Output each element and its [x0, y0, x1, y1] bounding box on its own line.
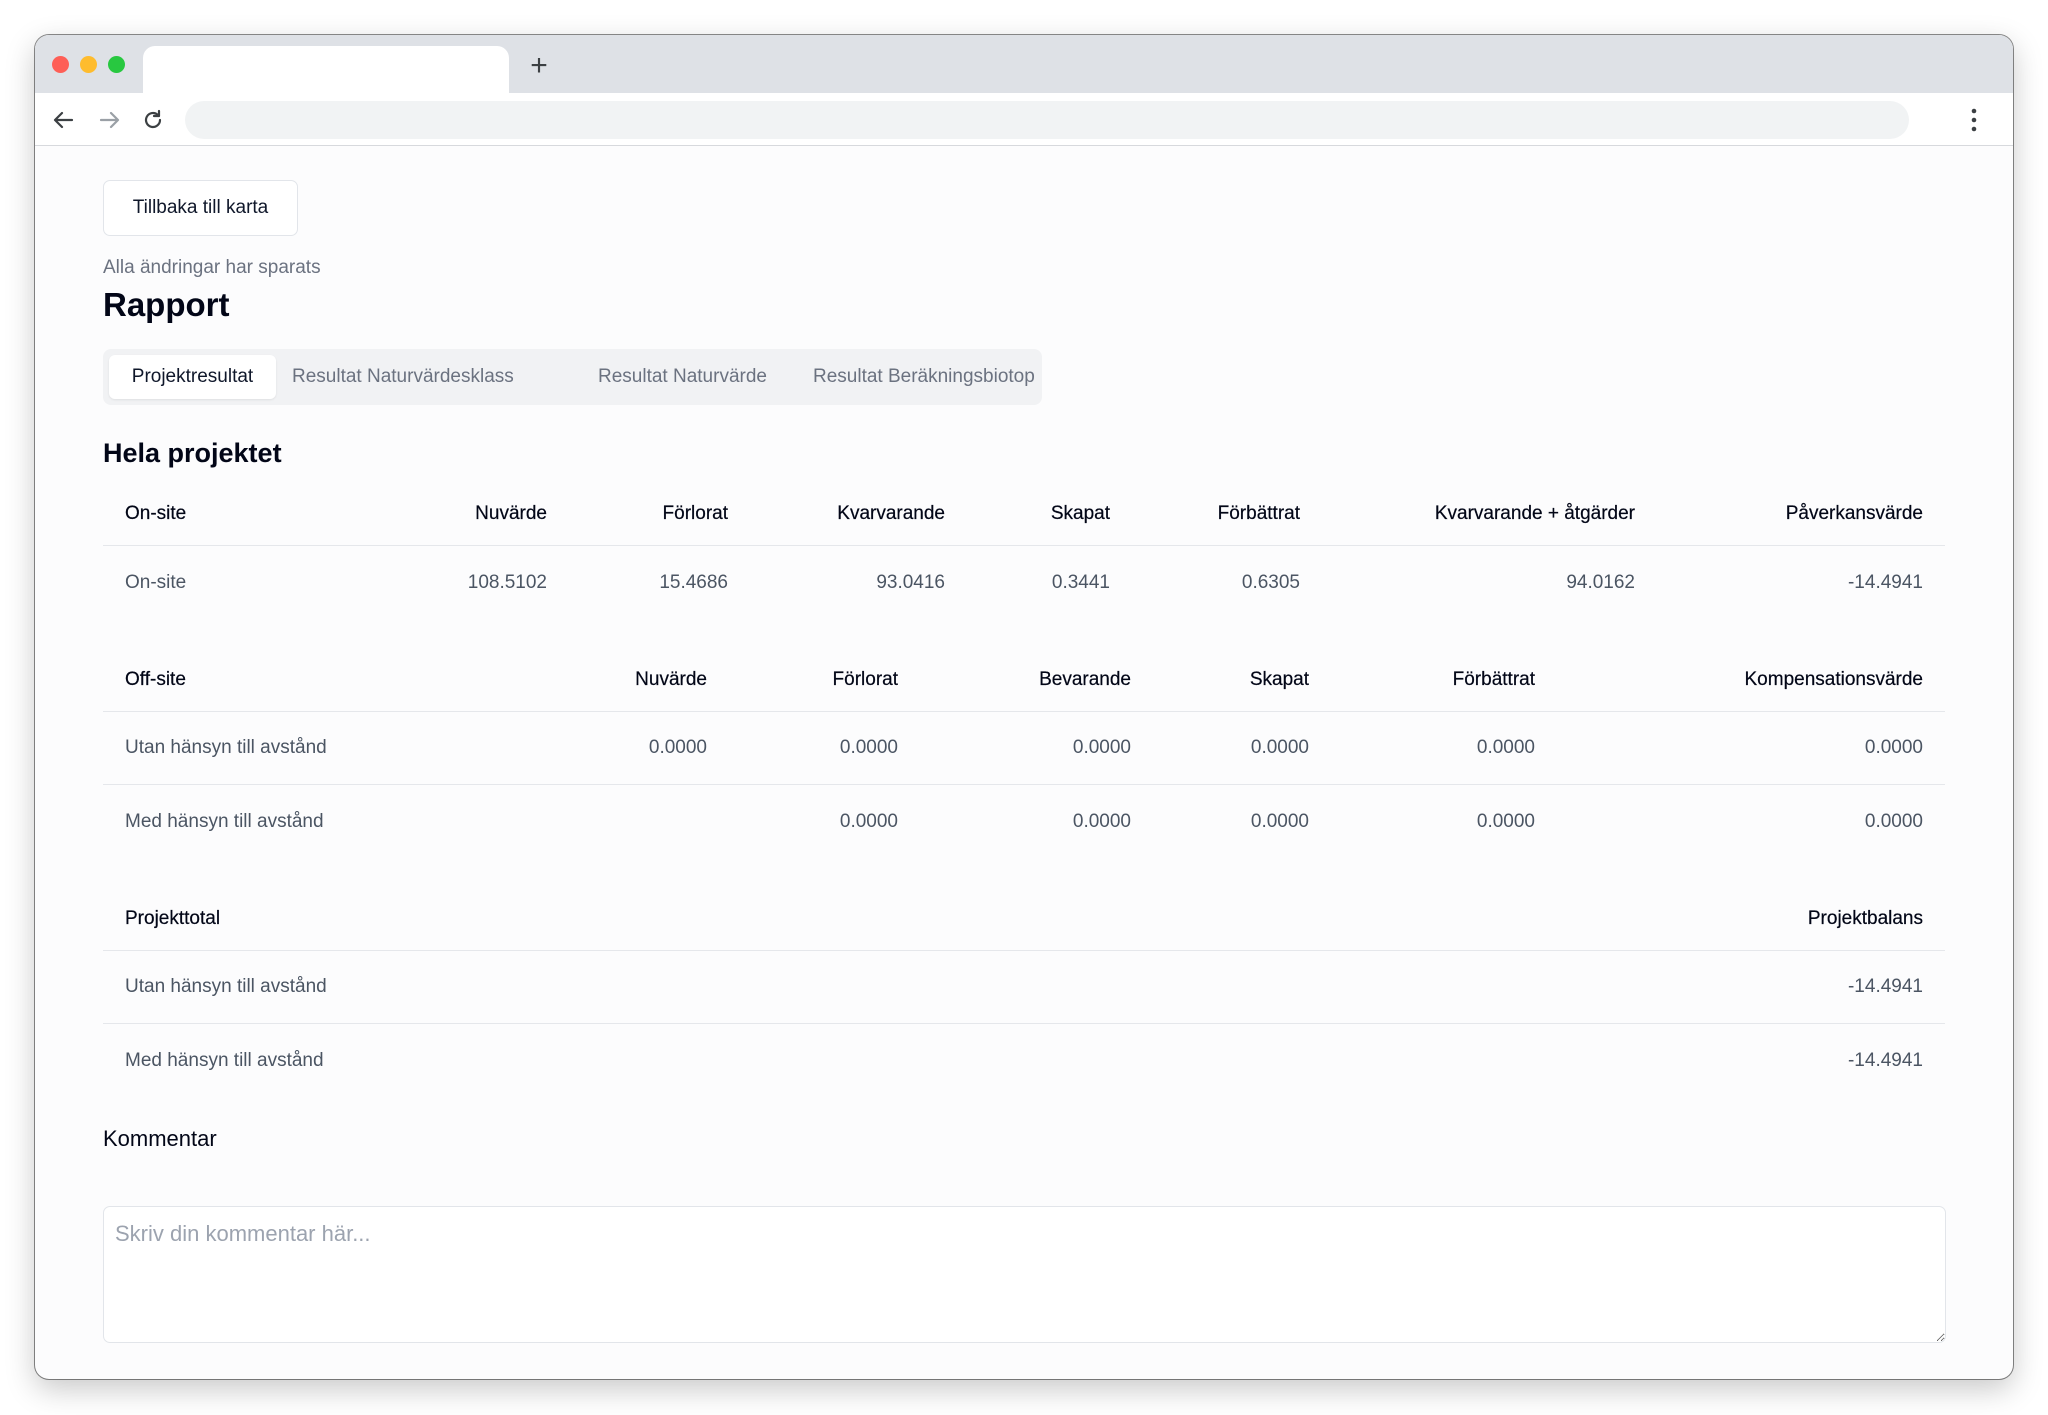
column-header: Bevarande — [1039, 668, 1131, 690]
table-cell: 0.0000 — [648, 737, 707, 758]
table-cell: 15.4686 — [659, 571, 728, 593]
column-header: Förbättrat — [1217, 502, 1301, 524]
tab-resultat-berakningsbiotop[interactable]: Resultat Beräkningsbiotop — [813, 355, 1035, 399]
table-row: Utan hänsyn till avstånd 0.0000 0.0000 0… — [103, 712, 1945, 785]
column-header: Förlorat — [832, 668, 898, 690]
table-cell: 0.0000 — [839, 810, 898, 832]
section-title: Hela projektet — [103, 438, 282, 468]
table-cell: Utan hänsyn till avstånd — [125, 976, 327, 997]
onsite-table: On-site Nuvärde Förlorat Kvarvarande Ska… — [103, 482, 1945, 619]
column-header: Nuvärde — [635, 668, 707, 690]
table-header-row: Projekttotal Projektbalans — [103, 887, 1945, 951]
table-cell: 0.0000 — [1250, 810, 1309, 832]
table-cell: 0.0000 — [1072, 810, 1131, 832]
minimize-window-icon[interactable] — [80, 56, 97, 73]
column-header: Projekttotal — [125, 907, 221, 929]
table-cell: 0.6305 — [1241, 571, 1300, 593]
column-header: Nuvärde — [475, 502, 547, 524]
forward-arrow-icon[interactable] — [92, 103, 126, 137]
browser-toolbar — [35, 93, 2013, 146]
reload-icon[interactable] — [136, 103, 170, 137]
table-cell: 0.0000 — [1864, 810, 1923, 832]
table-cell: On-site — [125, 571, 187, 593]
project-total-table: Projekttotal Projektbalans Utan hänsyn t… — [103, 887, 1945, 1097]
table-cell: 94.0162 — [1566, 571, 1635, 593]
table-cell: 108.5102 — [467, 571, 547, 593]
table-cell: 0.0000 — [1476, 810, 1535, 832]
column-header: Påverkansvärde — [1785, 502, 1923, 524]
table-cell: 0.0000 — [1072, 737, 1131, 758]
back-arrow-icon[interactable] — [47, 103, 81, 137]
table-cell: 0.0000 — [1250, 737, 1309, 758]
column-header: On-site — [125, 502, 187, 524]
column-header: Kompensationsvärde — [1744, 668, 1923, 690]
page-title: Rapport — [103, 286, 230, 323]
table-row: Med hänsyn till avstånd -14.4941 — [103, 1024, 1945, 1097]
column-header: Skapat — [1050, 502, 1110, 524]
tab-resultat-naturvardesklass[interactable]: Resultat Naturvärdesklass — [292, 355, 514, 399]
table-cell: 0.3441 — [1051, 571, 1110, 593]
page-content: Tillbaka till karta Alla ändringar har s… — [35, 146, 2013, 1379]
column-header: Kvarvarande — [837, 502, 945, 524]
browser-titlebar: + — [35, 35, 2013, 94]
back-to-map-button[interactable]: Tillbaka till karta — [103, 180, 298, 236]
column-header: Kvarvarande + åtgärder — [1434, 502, 1635, 524]
table-cell: 0.0000 — [1476, 737, 1535, 758]
maximize-window-icon[interactable] — [108, 56, 125, 73]
close-window-icon[interactable] — [52, 56, 69, 73]
table-cell: Med hänsyn till avstånd — [125, 810, 324, 832]
column-header: Skapat — [1249, 668, 1309, 690]
browser-window: + Tillbaka till karta Alla ändringar har… — [35, 35, 2013, 1379]
table-cell: 93.0416 — [876, 571, 945, 593]
table-cell: 0.0000 — [1864, 737, 1923, 758]
comment-label: Kommentar — [103, 1126, 217, 1151]
table-cell: Med hänsyn till avstånd — [125, 1049, 324, 1071]
kebab-menu-icon[interactable] — [1957, 102, 1991, 138]
column-header: Off-site — [125, 668, 186, 690]
table-row: Utan hänsyn till avstånd -14.4941 — [103, 951, 1945, 1024]
column-header: Förlorat — [662, 502, 728, 524]
comment-textarea[interactable] — [103, 1206, 1946, 1343]
column-header: Förbättrat — [1452, 668, 1536, 690]
table-header-row: Off-site Nuvärde Förlorat Bevarande Skap… — [103, 648, 1945, 712]
table-cell: -14.4941 — [1847, 976, 1923, 997]
offsite-table: Off-site Nuvärde Förlorat Bevarande Skap… — [103, 648, 1945, 858]
tab-resultat-naturvarde[interactable]: Resultat Naturvärde — [598, 355, 767, 399]
browser-tab[interactable] — [143, 46, 509, 94]
save-status-text: Alla ändringar har sparats — [103, 257, 321, 278]
tab-projektresultat[interactable]: Projektresultat — [109, 355, 276, 399]
address-bar[interactable] — [185, 101, 1909, 139]
column-header: Projektbalans — [1807, 907, 1923, 929]
table-cell: Utan hänsyn till avstånd — [125, 737, 327, 758]
table-row: On-site 108.5102 15.4686 93.0416 0.3441 … — [103, 546, 1945, 619]
table-header-row: On-site Nuvärde Förlorat Kvarvarande Ska… — [103, 482, 1945, 546]
table-cell: -14.4941 — [1847, 1049, 1923, 1071]
new-tab-icon[interactable]: + — [522, 49, 556, 83]
report-tabs: Projektresultat Resultat Naturvärdesklas… — [103, 349, 1042, 405]
table-row: Med hänsyn till avstånd 0.0000 0.0000 0.… — [103, 785, 1945, 858]
table-cell: 0.0000 — [839, 737, 898, 758]
table-cell: -14.4941 — [1847, 571, 1923, 593]
